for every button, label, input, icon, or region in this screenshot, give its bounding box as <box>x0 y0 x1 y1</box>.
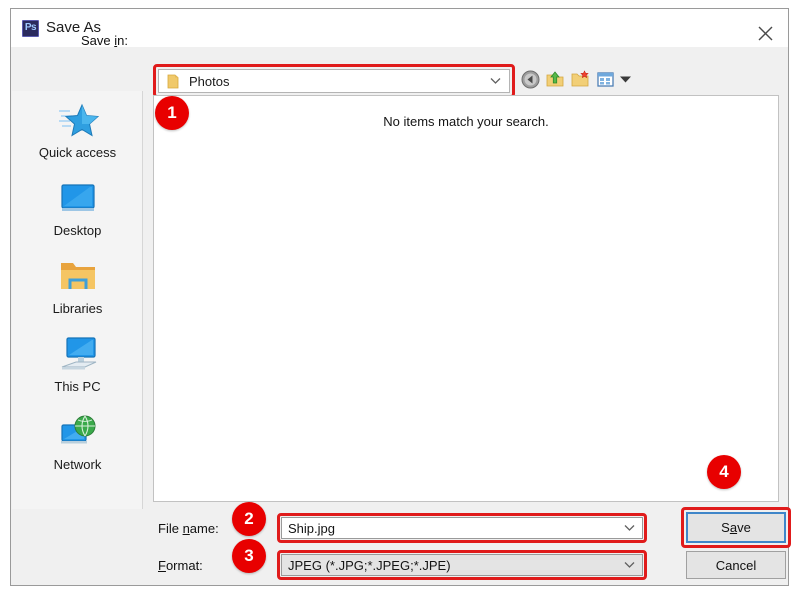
file-name-label: File name: <box>158 521 219 536</box>
star-icon <box>58 103 99 137</box>
network-globe-icon <box>60 415 95 444</box>
folder-icon <box>167 74 179 89</box>
monitor-icon-wrap <box>12 175 143 223</box>
step-badge-2: 2 <box>232 502 266 536</box>
chevron-down-icon[interactable] <box>624 561 635 569</box>
format-label: Format: <box>158 558 203 573</box>
chevron-down-icon[interactable] <box>624 524 635 532</box>
up-folder-icon[interactable] <box>546 70 565 89</box>
file-name-input[interactable]: Ship.jpg <box>281 517 643 539</box>
folder-icon-wrap <box>12 253 143 301</box>
network-globe-icon-wrap <box>12 409 143 457</box>
empty-state-message: No items match your search. <box>383 114 549 129</box>
close-button[interactable] <box>742 9 788 46</box>
save-in-value: Photos <box>189 74 230 89</box>
chevron-down-icon <box>490 78 501 84</box>
back-icon[interactable] <box>521 70 540 89</box>
save-as-dialog: Ps Save As Save in: Photos Quick access … <box>10 8 791 586</box>
cancel-button[interactable]: Cancel <box>686 551 786 579</box>
file-name-value: Ship.jpg <box>288 521 335 536</box>
sidebar-item-label: Quick access <box>38 145 117 160</box>
sidebar-item-label: This PC <box>54 379 101 394</box>
sidebar-item-label: Libraries <box>52 301 103 316</box>
folder-icon <box>60 263 95 289</box>
star-icon-wrap <box>12 97 143 145</box>
format-value: JPEG (*.JPG;*.JPEG;*.JPE) <box>288 558 451 573</box>
photoshop-icon: Ps <box>22 20 39 37</box>
step-badge-3: 3 <box>232 539 266 573</box>
views-dropdown-icon[interactable] <box>620 76 631 83</box>
step-badge-1: 1 <box>155 96 189 130</box>
sidebar-item-label: Network <box>53 457 102 472</box>
new-folder-icon[interactable] <box>571 70 590 89</box>
sidebar-item-this-pc[interactable]: This PC <box>12 331 143 407</box>
sidebar-item-libraries[interactable]: Libraries <box>12 253 143 329</box>
save-in-label: Save in: <box>81 33 128 48</box>
sidebar-item-label: Desktop <box>53 223 102 238</box>
sidebar-item-desktop[interactable]: Desktop <box>12 175 143 251</box>
computer-icon <box>61 337 96 370</box>
computer-icon-wrap <box>12 331 143 379</box>
save-button[interactable]: Save <box>686 512 786 543</box>
save-in-dropdown[interactable]: Photos <box>158 69 510 93</box>
sidebar-item-network[interactable]: Network <box>12 409 143 485</box>
places-sidebar: Quick access Desktop Libraries This PC N… <box>12 91 143 509</box>
format-dropdown[interactable]: JPEG (*.JPG;*.JPEG;*.JPE) <box>281 554 643 576</box>
step-badge-4: 4 <box>707 455 741 489</box>
file-list-view[interactable]: No items match your search. <box>153 95 779 502</box>
close-icon <box>758 26 772 41</box>
monitor-icon <box>60 184 95 211</box>
sidebar-item-quick-access[interactable]: Quick access <box>12 97 143 173</box>
views-icon[interactable] <box>596 70 615 89</box>
